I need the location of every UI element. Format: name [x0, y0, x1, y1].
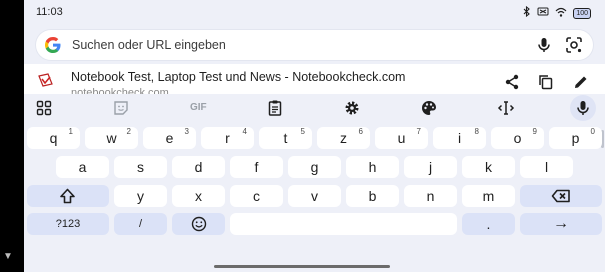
- notebookcheck-favicon-icon: [38, 73, 53, 87]
- key-e[interactable]: e3: [143, 127, 196, 149]
- key-t[interactable]: t5: [259, 127, 312, 149]
- key-label: o: [513, 130, 522, 146]
- key-p[interactable]: p0: [549, 127, 602, 149]
- gesture-handle[interactable]: [214, 265, 390, 268]
- search-placeholder: Suchen oder URL eingeben: [72, 38, 226, 52]
- key-label: t: [283, 130, 288, 146]
- key-c[interactable]: c: [230, 185, 283, 207]
- key-label: r: [225, 130, 230, 146]
- key-k[interactable]: k: [462, 156, 515, 178]
- key-h[interactable]: h: [346, 156, 399, 178]
- key-x[interactable]: x: [172, 185, 225, 207]
- settings-gear-icon[interactable]: [343, 99, 361, 117]
- period-key[interactable]: .: [462, 213, 515, 235]
- suggestion-title: Notebook Test, Laptop Test und News - No…: [71, 70, 406, 84]
- status-time: 11:03: [36, 6, 63, 18]
- key-hint: 1: [68, 127, 73, 136]
- search-bar[interactable]: Suchen oder URL eingeben: [36, 30, 593, 60]
- key-s[interactable]: s: [114, 156, 167, 178]
- microphone-icon: [577, 101, 589, 115]
- battery-icon: 100: [573, 8, 591, 19]
- shift-arrow-icon: [60, 188, 75, 204]
- key-hint: 3: [184, 127, 189, 136]
- key-g[interactable]: g: [288, 156, 341, 178]
- voice-search-mic-icon[interactable]: [535, 36, 553, 54]
- key-f[interactable]: f: [230, 156, 283, 178]
- key-q[interactable]: q1: [27, 127, 80, 149]
- key-z[interactable]: z6: [317, 127, 370, 149]
- key-label: z: [340, 130, 347, 146]
- key-hint: 6: [358, 127, 363, 136]
- enter-key[interactable]: →: [520, 213, 602, 235]
- key-label: p: [571, 130, 580, 146]
- key-hint: 8: [474, 127, 479, 136]
- key-l[interactable]: l: [520, 156, 573, 178]
- mute-icon: [537, 6, 549, 21]
- space-bar[interactable]: [230, 213, 457, 235]
- key-hint: 0: [590, 127, 595, 136]
- symbols-key[interactable]: ?123: [27, 213, 109, 235]
- google-logo-icon: [45, 37, 61, 53]
- bluetooth-icon: [523, 5, 531, 21]
- google-lens-icon[interactable]: [565, 36, 583, 54]
- edit-pencil-icon[interactable]: [572, 73, 590, 91]
- key-i[interactable]: i8: [433, 127, 486, 149]
- key-o[interactable]: o9: [491, 127, 544, 149]
- key-label: e: [165, 130, 174, 146]
- key-hint: 4: [242, 127, 247, 136]
- phone-screen: 11:03 100 Suchen oder URL eingeben Noteb…: [24, 0, 605, 272]
- keyboard-toolbar: GIF: [24, 94, 605, 122]
- key-hint: 2: [126, 127, 131, 136]
- keyboard-voice-button[interactable]: [570, 95, 596, 121]
- gif-button[interactable]: GIF: [190, 102, 207, 113]
- theme-palette-icon[interactable]: [420, 99, 438, 117]
- shift-key[interactable]: [27, 185, 109, 207]
- clipboard-icon[interactable]: [266, 99, 284, 117]
- apps-grid-icon[interactable]: [35, 99, 53, 117]
- key-v[interactable]: v: [288, 185, 341, 207]
- key-b[interactable]: b: [346, 185, 399, 207]
- backspace-key[interactable]: [520, 185, 602, 207]
- navigation-bar: [24, 247, 605, 272]
- key-hint: 5: [300, 127, 305, 136]
- key-n[interactable]: n: [404, 185, 457, 207]
- share-icon[interactable]: [503, 73, 521, 91]
- key-y[interactable]: y: [114, 185, 167, 207]
- emoji-smiley-icon: [191, 216, 207, 232]
- key-d[interactable]: d: [172, 156, 225, 178]
- key-label: i: [457, 130, 462, 146]
- key-j[interactable]: j: [404, 156, 457, 178]
- cursor-control-icon[interactable]: [497, 99, 515, 117]
- key-a[interactable]: a: [56, 156, 109, 178]
- key-label: u: [397, 130, 406, 146]
- suggestion-row[interactable]: Notebook Test, Laptop Test und News - No…: [24, 64, 605, 148]
- backspace-icon: [551, 189, 570, 203]
- keyboard-collapse-chevron-icon[interactable]: ▼: [3, 251, 13, 262]
- key-r[interactable]: r4: [201, 127, 254, 149]
- key-u[interactable]: u7: [375, 127, 428, 149]
- key-hint: 9: [532, 127, 537, 136]
- status-bar: 11:03 100: [24, 0, 605, 26]
- key-hint: 7: [416, 127, 421, 136]
- status-icons: 100: [523, 5, 591, 21]
- key-m[interactable]: m: [462, 185, 515, 207]
- sticker-icon[interactable]: [112, 99, 130, 117]
- emoji-key[interactable]: [172, 213, 225, 235]
- key-label: q: [49, 130, 58, 146]
- copy-icon[interactable]: [537, 73, 555, 91]
- key-label: w: [106, 130, 117, 146]
- wifi-icon: [555, 7, 567, 21]
- key-w[interactable]: w2: [85, 127, 138, 149]
- slash-key[interactable]: /: [114, 213, 167, 235]
